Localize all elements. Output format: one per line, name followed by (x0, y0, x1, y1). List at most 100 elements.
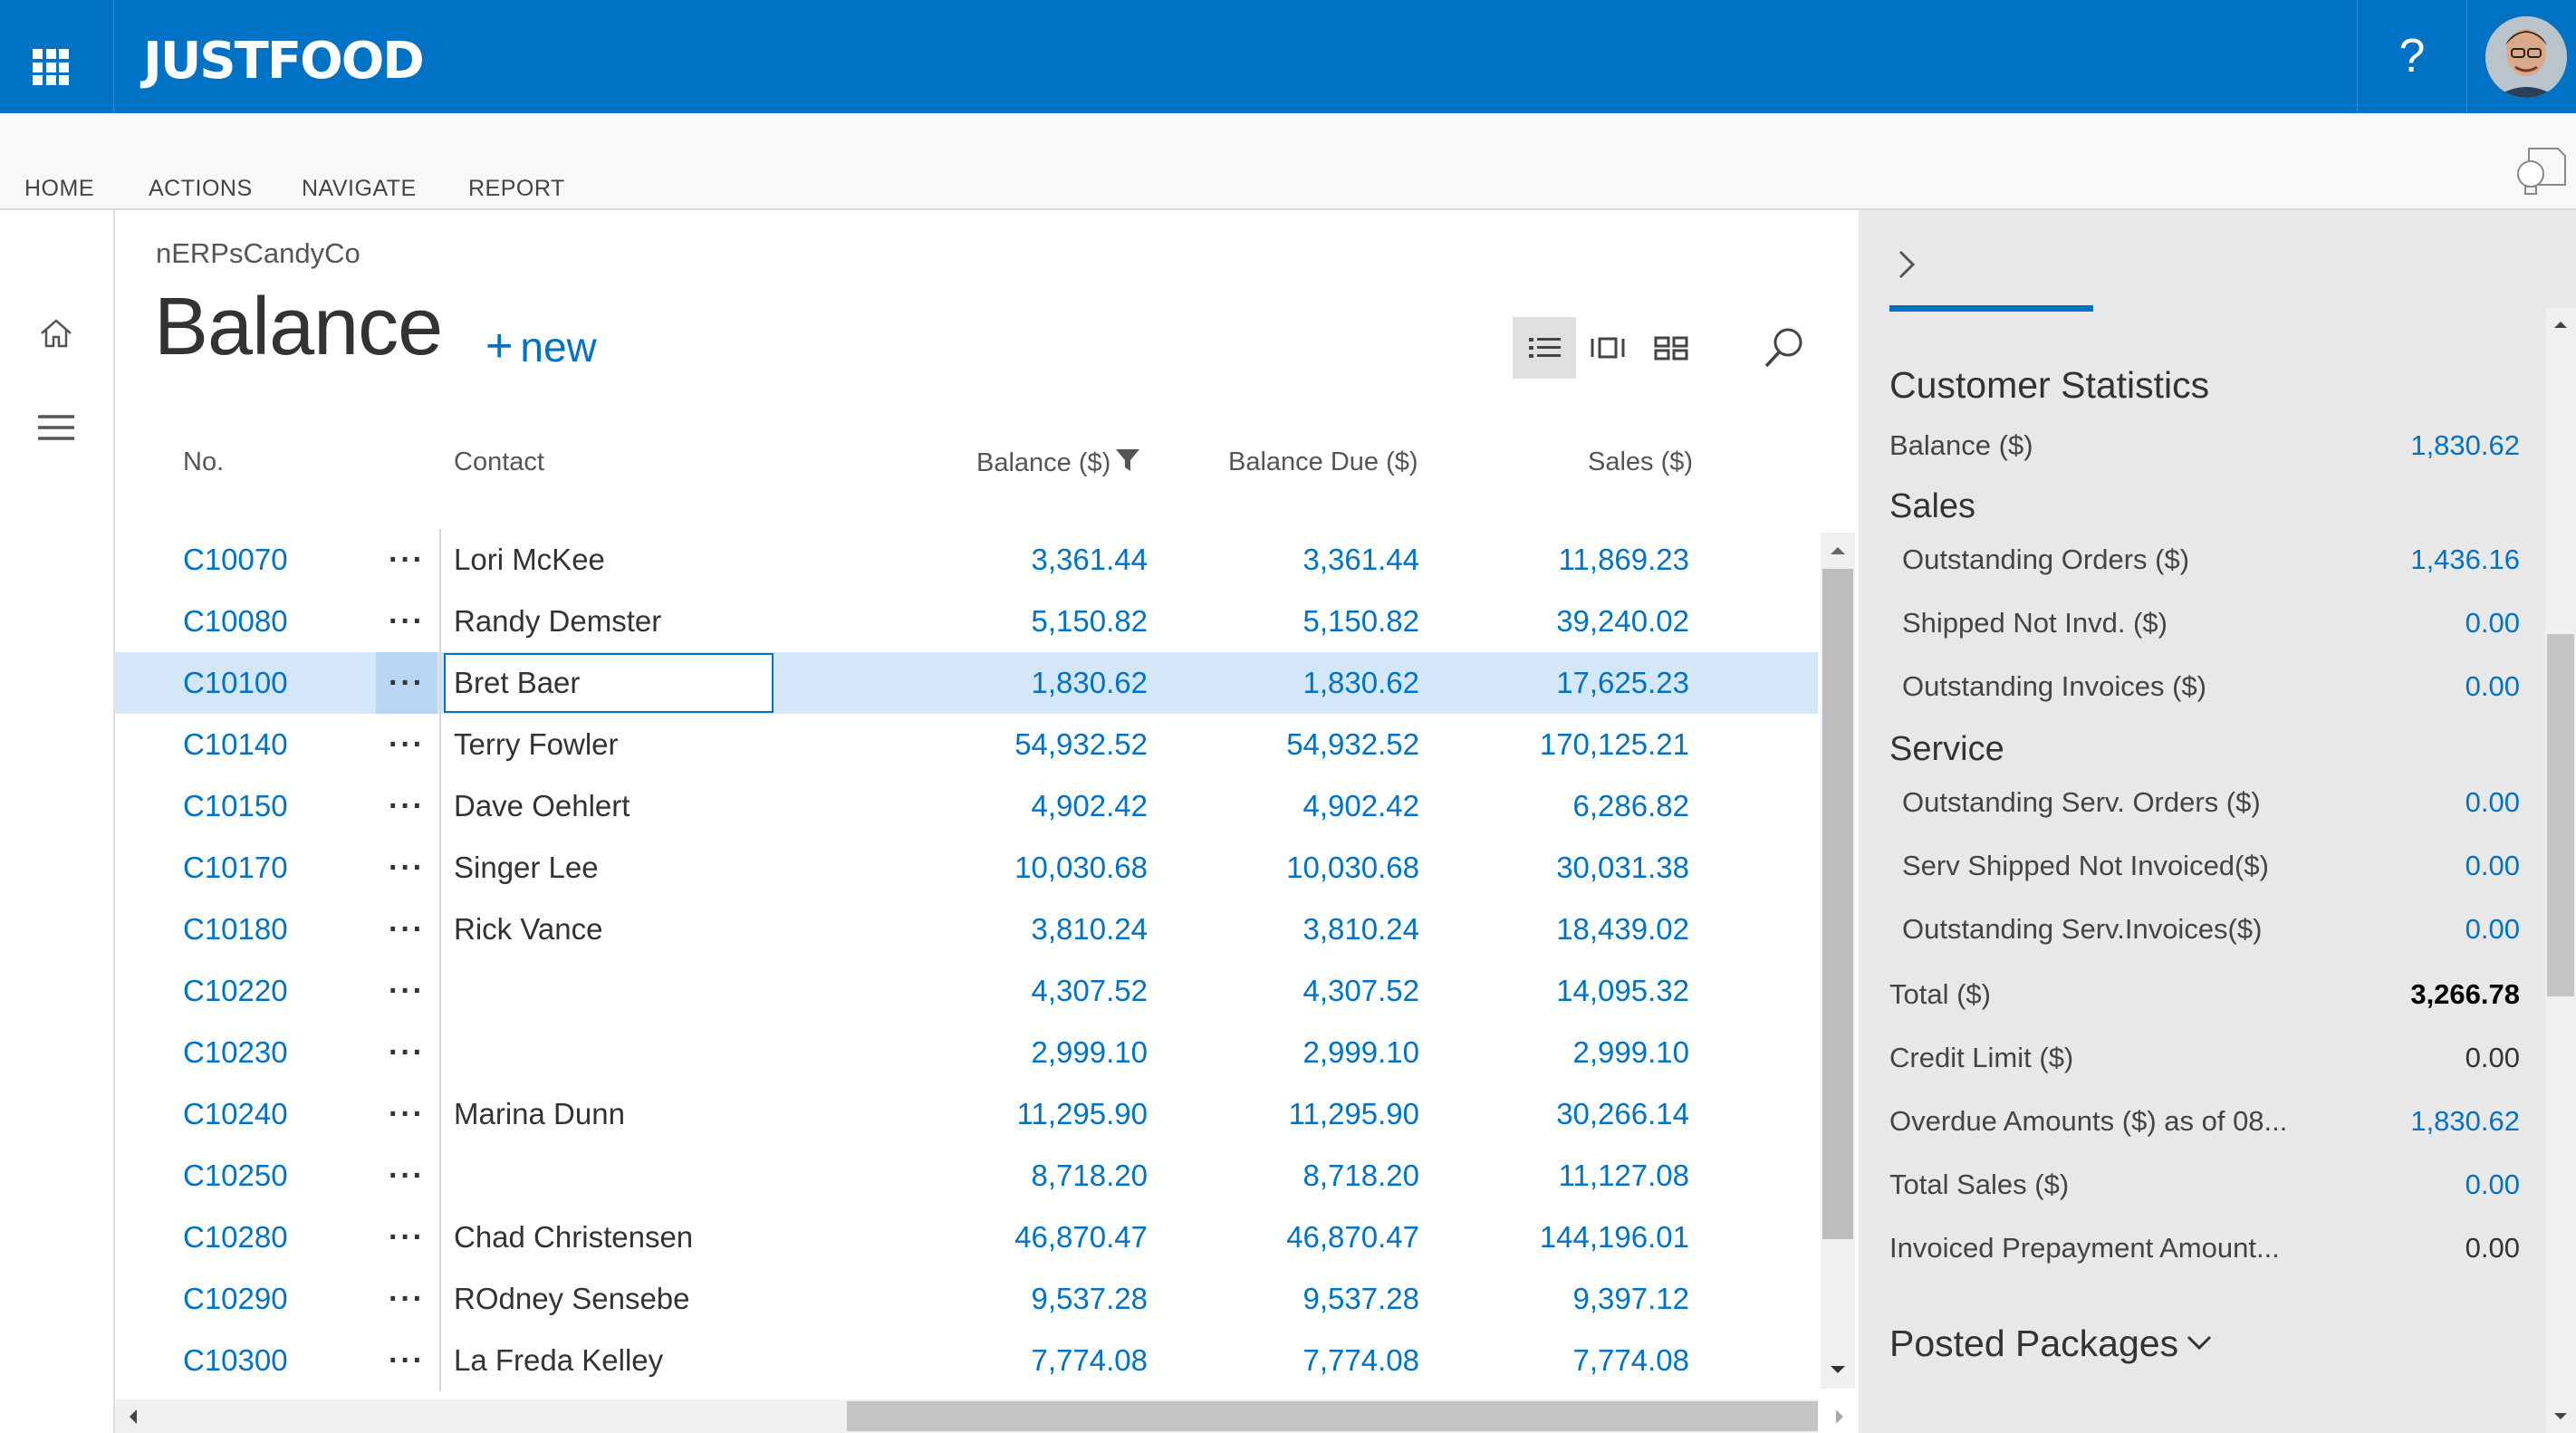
column-header-balance-due[interactable]: Balance Due ($) (1228, 447, 1418, 477)
balance-cell[interactable]: 46,870.47 (1014, 1207, 1148, 1268)
customer-no-link[interactable]: C10240 (183, 1083, 288, 1145)
contact-cell[interactable]: Marina Dunn (454, 1083, 625, 1145)
collapse-factbox-icon[interactable] (1893, 246, 1920, 283)
sales-cell[interactable]: 7,774.08 (1573, 1330, 1689, 1391)
sales-cell[interactable]: 11,869.23 (1559, 529, 1689, 591)
customer-no-link[interactable]: C10250 (183, 1145, 288, 1207)
factbox-scroll-up-icon[interactable] (2551, 317, 2571, 332)
contact-cell[interactable]: Rick Vance (454, 899, 602, 960)
customer-no-link[interactable]: C10300 (183, 1330, 288, 1391)
sales-cell[interactable]: 170,125.21 (1540, 714, 1689, 775)
balance-cell[interactable]: 9,537.28 (1032, 1268, 1148, 1330)
contact-cell[interactable]: Bret Baer (454, 652, 580, 714)
row-menu-button[interactable]: ··· (376, 960, 437, 1022)
balance-due-cell[interactable]: 11,295.90 (1289, 1083, 1419, 1145)
help-button[interactable]: ? (2357, 0, 2467, 113)
balance-cell[interactable]: 1,830.62 (1032, 652, 1148, 714)
fb-balance-value[interactable]: 1,830.62 (2248, 429, 2520, 462)
balance-cell[interactable]: 4,902.42 (1032, 775, 1148, 837)
tab-actions[interactable]: ACTIONS (149, 176, 253, 202)
contact-cell[interactable]: Dave Oehlert (454, 775, 630, 837)
row-menu-button[interactable]: ··· (376, 1145, 437, 1207)
table-row[interactable]: C10180 ··· Rick Vance 3,810.24 3,810.24 18,43… (115, 899, 1818, 960)
row-menu-button[interactable]: ··· (376, 529, 437, 591)
row-menu-button[interactable]: ··· (376, 1268, 437, 1330)
balance-due-cell[interactable]: 4,307.52 (1303, 960, 1419, 1022)
row-menu-button[interactable]: ··· (376, 837, 437, 899)
table-row[interactable]: C10140 ··· Terry Fowler 54,932.52 54,932.52 1… (115, 714, 1818, 775)
balance-due-cell[interactable]: 3,361.44 (1303, 529, 1419, 591)
balance-cell[interactable]: 3,810.24 (1032, 899, 1148, 960)
balance-due-cell[interactable]: 2,999.10 (1303, 1022, 1419, 1083)
row-menu-button[interactable]: ··· (376, 775, 437, 837)
scroll-down-icon[interactable] (1826, 1362, 1850, 1379)
balance-due-cell[interactable]: 8,718.20 (1303, 1145, 1419, 1207)
balance-due-cell[interactable]: 7,774.08 (1303, 1330, 1419, 1391)
table-row[interactable]: C10150 ··· Dave Oehlert 4,902.42 4,902.42 6,2… (115, 775, 1818, 837)
contact-cell[interactable]: La Freda Kelley (454, 1330, 663, 1391)
fb-service-item-value[interactable]: 0.00 (2248, 786, 2520, 819)
balance-cell[interactable]: 10,030.68 (1014, 837, 1148, 899)
customer-no-link[interactable]: C10140 (183, 714, 288, 775)
balance-due-cell[interactable]: 5,150.82 (1303, 591, 1419, 652)
column-header-balance[interactable]: Balance ($) (976, 447, 1141, 478)
row-menu-button[interactable]: ··· (376, 714, 437, 775)
column-header-contact[interactable]: Contact (454, 447, 544, 477)
sales-cell[interactable]: 14,095.32 (1556, 960, 1689, 1022)
scroll-left-icon[interactable] (125, 1405, 141, 1428)
balance-cell[interactable]: 2,999.10 (1032, 1022, 1148, 1083)
row-menu-button[interactable]: ··· (376, 1207, 437, 1268)
fb-sales-item-value[interactable]: 0.00 (2248, 670, 2520, 703)
balance-due-cell[interactable]: 54,932.52 (1286, 714, 1419, 775)
row-menu-button[interactable]: ··· (376, 652, 437, 714)
sales-cell[interactable]: 30,266.14 (1556, 1083, 1689, 1145)
row-menu-button[interactable]: ··· (376, 1330, 437, 1391)
customer-no-link[interactable]: C10280 (183, 1207, 288, 1268)
factbox-scroll-down-icon[interactable] (2551, 1409, 2571, 1424)
customer-no-link[interactable]: C10080 (183, 591, 288, 652)
posted-packages-section[interactable]: Posted Packages (1889, 1322, 2215, 1365)
customer-no-link[interactable]: C10170 (183, 837, 288, 899)
table-row[interactable]: C10080 ··· Randy Demster 5,150.82 5,150.82 39… (115, 591, 1818, 652)
balance-cell[interactable]: 5,150.82 (1032, 591, 1148, 652)
sales-cell[interactable]: 30,031.38 (1556, 837, 1689, 899)
sales-cell[interactable]: 18,439.02 (1556, 899, 1689, 960)
sales-cell[interactable]: 144,196.01 (1540, 1207, 1689, 1268)
user-avatar[interactable] (2485, 16, 2567, 98)
customer-no-link[interactable]: C10150 (183, 775, 288, 837)
customer-no-link[interactable]: C10180 (183, 899, 288, 960)
balance-due-cell[interactable]: 46,870.47 (1286, 1207, 1419, 1268)
contact-cell[interactable]: Singer Lee (454, 837, 599, 899)
table-row[interactable]: C10220 ··· 4,307.52 4,307.52 14,095.32 (115, 960, 1818, 1022)
tab-report[interactable]: REPORT (468, 176, 565, 202)
contact-cell[interactable]: Lori McKee (454, 529, 605, 591)
sales-cell[interactable]: 6,286.82 (1573, 775, 1689, 837)
balance-cell[interactable]: 8,718.20 (1032, 1145, 1148, 1207)
contact-cell[interactable]: Chad Christensen (454, 1207, 693, 1268)
table-row[interactable]: C10280 ··· Chad Christensen 46,870.47 46,870… (115, 1207, 1818, 1268)
sales-cell[interactable]: 11,127.08 (1559, 1145, 1689, 1207)
fb-sales-item-value[interactable]: 0.00 (2248, 607, 2520, 640)
customer-no-link[interactable]: C10230 (183, 1022, 288, 1083)
list-horizontal-scroll-thumb[interactable] (847, 1401, 1818, 1431)
scroll-right-icon[interactable] (1831, 1405, 1848, 1428)
table-row[interactable]: C10290 ··· ROdney Sensebe 9,537.28 9,537.28 9… (115, 1268, 1818, 1330)
table-row[interactable]: C10070 ··· Lori McKee 3,361.44 3,361.44 11,86… (115, 529, 1818, 591)
balance-due-cell[interactable]: 10,030.68 (1286, 837, 1419, 899)
table-row[interactable]: C10170 ··· Singer Lee 10,030.68 10,030.68 30,… (115, 837, 1818, 899)
fb-service-item-value[interactable]: 0.00 (2248, 913, 2520, 946)
tab-home[interactable]: HOME (24, 176, 94, 202)
balance-cell[interactable]: 7,774.08 (1032, 1330, 1148, 1391)
contact-cell[interactable]: ROdney Sensebe (454, 1268, 690, 1330)
fb-sales-item-value[interactable]: 1,436.16 (2248, 543, 2520, 576)
balance-due-cell[interactable]: 9,537.28 (1303, 1268, 1419, 1330)
customer-no-link[interactable]: C10070 (183, 529, 288, 591)
app-launcher-button[interactable] (0, 0, 114, 113)
brick-view-button[interactable] (1576, 317, 1639, 379)
scroll-up-icon[interactable] (1826, 542, 1850, 558)
list-view-button[interactable] (1513, 317, 1576, 379)
column-header-sales[interactable]: Sales ($) (1588, 447, 1693, 477)
row-menu-button[interactable]: ··· (376, 899, 437, 960)
balance-cell[interactable]: 54,932.52 (1014, 714, 1148, 775)
balance-due-cell[interactable]: 3,810.24 (1303, 899, 1419, 960)
